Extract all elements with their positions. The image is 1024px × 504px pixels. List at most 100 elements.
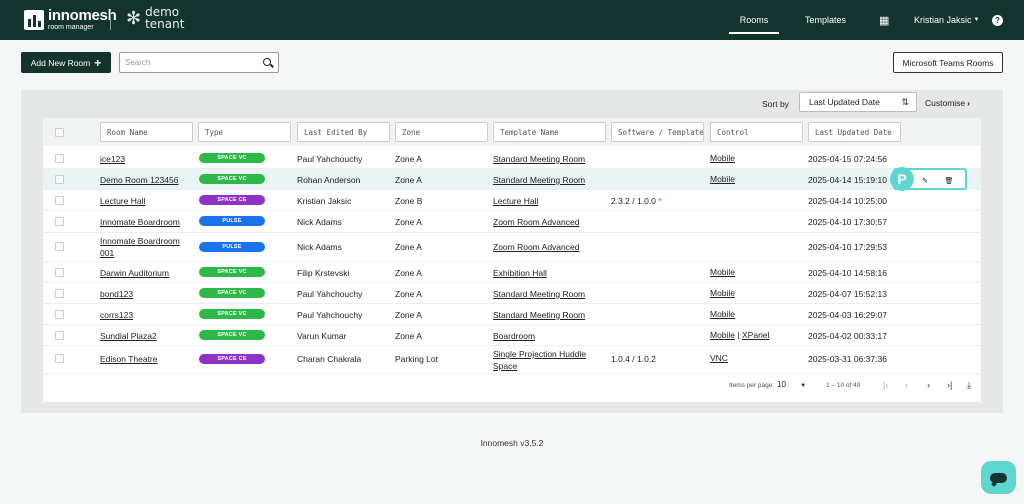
control-link[interactable]: Mobile — [710, 288, 735, 298]
items-per-page-label: Items per page: — [729, 382, 775, 389]
zone: Zone A — [395, 154, 422, 164]
innomesh-logo[interactable]: innomesh room manager — [24, 8, 117, 31]
first-page-icon[interactable]: |‹ — [883, 380, 888, 390]
table-row[interactable]: corrs123 SPACE VC Paul Yahchouchy Zone A… — [43, 304, 981, 325]
template-link[interactable]: Standard Meeting Room — [493, 289, 585, 299]
type-badge: SPACE VC — [199, 174, 265, 184]
filter-row: Room Name Type Last Edited By Zone Templ… — [43, 118, 981, 146]
nav-templates[interactable]: Templates — [805, 0, 846, 40]
last-edited-by: Filip Krstevski — [297, 268, 350, 278]
room-name-link[interactable]: Darwin Auditorium — [100, 268, 169, 278]
table-row[interactable]: Innomate Boardroom 001 PULSE Nick Adams … — [43, 233, 981, 262]
row-checkbox[interactable] — [55, 310, 64, 319]
software-version: 2.3.2 / 1.0.0 * — [611, 196, 662, 206]
page-range: 1 – 10 of 49 — [826, 382, 861, 389]
sort-by-label: Sort by — [762, 99, 789, 109]
table-row[interactable]: Sundial Plaza2 SPACE VC Varun Kumar Zone… — [43, 325, 981, 346]
user-menu[interactable]: Kristian Jaksic ▼ — [914, 0, 979, 40]
microsoft-teams-rooms-button[interactable]: Microsoft Teams Rooms — [893, 52, 1003, 73]
help-button[interactable]: ? — [992, 0, 1003, 40]
room-name-link[interactable]: Innomate Boardroom 001 — [100, 235, 190, 259]
template-link[interactable]: Single Projection Huddle Space — [493, 348, 603, 372]
filter-template-name[interactable]: Template Name — [493, 122, 606, 142]
row-checkbox[interactable] — [55, 331, 64, 340]
template-link[interactable]: Standard Meeting Room — [493, 310, 585, 320]
room-name-link[interactable]: Sundial Plaza2 — [100, 331, 157, 341]
control-link[interactable]: Mobile — [710, 267, 735, 277]
row-checkbox[interactable] — [55, 196, 64, 205]
table-row[interactable]: Lecture Hall SPACE CE Kristian Jaksic Zo… — [43, 190, 981, 211]
table-row[interactable]: Edison Theatre SPACE CE Charan Chakrala … — [43, 346, 981, 374]
tenant-logo: ✻ demo tenant — [126, 6, 184, 30]
filter-room-name[interactable]: Room Name — [100, 122, 193, 142]
last-edited-by: Nick Adams — [297, 242, 342, 252]
room-name-link[interactable]: Innomate Boardroom — [100, 217, 180, 227]
page-size-select[interactable]: 10 ▼ — [777, 380, 806, 389]
template-link[interactable]: Zoom Room Advanced — [493, 242, 579, 252]
chat-button[interactable] — [981, 461, 1016, 494]
download-icon[interactable]: ⤓ — [967, 380, 971, 391]
filter-software-template[interactable]: Software / Template — [611, 122, 704, 142]
template-link[interactable]: Standard Meeting Room — [493, 175, 585, 185]
search-icon[interactable] — [263, 58, 271, 66]
control-link[interactable]: Mobile — [710, 153, 735, 163]
select-all-checkbox[interactable] — [55, 128, 64, 137]
delete-button[interactable]: 🗑 — [939, 175, 959, 187]
nav-rooms[interactable]: Rooms — [730, 0, 778, 40]
filter-control[interactable]: Control — [710, 122, 803, 142]
last-page-icon[interactable]: ›| — [947, 380, 952, 390]
table-row[interactable]: Demo Room 123456 SPACE VC Rohan Anderson… — [43, 169, 981, 190]
type-badge: SPACE CE — [199, 354, 265, 364]
control-link[interactable]: Mobile — [710, 330, 735, 340]
table-row[interactable]: bond123 SPACE VC Paul Yahchouchy Zone A … — [43, 283, 981, 304]
apps-grid-icon[interactable]: ▦ — [879, 0, 889, 40]
sort-select[interactable]: Last Updated Date ⇅ — [799, 92, 917, 112]
row-checkbox[interactable] — [55, 217, 64, 226]
customise-button[interactable]: Customise › — [925, 98, 970, 108]
template-link[interactable]: Zoom Room Advanced — [493, 217, 579, 227]
zone: Zone A — [395, 217, 422, 227]
filter-last-edited-by[interactable]: Last Edited By — [297, 122, 390, 142]
filter-last-updated-date[interactable]: Last Updated Date — [808, 122, 901, 142]
row-checkbox[interactable] — [55, 242, 64, 251]
row-checkbox[interactable] — [55, 175, 64, 184]
template-link[interactable]: Exhibition Hall — [493, 268, 547, 278]
room-name-link[interactable]: ice123 — [100, 154, 125, 164]
template-link[interactable]: Standard Meeting Room — [493, 154, 585, 164]
control-link[interactable]: Mobile — [710, 309, 735, 319]
table-row[interactable]: Innomate Boardroom PULSE Nick Adams Zone… — [43, 211, 981, 233]
room-name-link[interactable]: bond123 — [100, 289, 133, 299]
filter-zone[interactable]: Zone — [395, 122, 488, 142]
room-name-link[interactable]: corrs123 — [100, 310, 133, 320]
row-checkbox[interactable] — [55, 354, 64, 363]
row-checkbox[interactable] — [55, 289, 64, 298]
last-edited-by: Paul Yahchouchy — [297, 154, 363, 164]
last-updated-date: 2025-04-10 14:58:16 — [808, 268, 887, 278]
control-link[interactable]: Mobile — [710, 174, 735, 184]
last-updated-date: 2025-04-15 07:24:56 — [808, 154, 887, 164]
update-available-marker: * — [658, 196, 662, 206]
control-link[interactable]: VNC — [710, 353, 728, 363]
type-badge: SPACE VC — [199, 153, 265, 163]
last-updated-date: 2025-04-07 15:52:13 — [808, 289, 887, 299]
room-name-link[interactable]: Demo Room 123456 — [100, 175, 178, 185]
control-link-xpanel[interactable]: XPanel — [742, 330, 769, 340]
user-name: Kristian Jaksic — [914, 15, 972, 25]
template-link[interactable]: Lecture Hall — [493, 196, 538, 206]
search-input[interactable] — [120, 53, 250, 72]
row-checkbox[interactable] — [55, 268, 64, 277]
presence-avatar: P — [890, 167, 914, 191]
next-page-icon[interactable]: › — [927, 380, 930, 390]
room-name-link[interactable]: Lecture Hall — [100, 196, 145, 206]
last-updated-date: 2025-04-03 16:29:07 — [808, 310, 887, 320]
row-checkbox[interactable] — [55, 154, 64, 163]
room-name-link[interactable]: Edison Theatre — [100, 354, 158, 364]
previous-page-icon[interactable]: ‹ — [905, 380, 908, 390]
sort-direction-icon[interactable]: ⇅ — [901, 97, 909, 108]
filter-type[interactable]: Type — [198, 122, 291, 142]
table-row[interactable]: ice123 SPACE VC Paul Yahchouchy Zone A S… — [43, 148, 981, 169]
table-row[interactable]: Darwin Auditorium SPACE VC Filip Krstevs… — [43, 262, 981, 283]
template-link[interactable]: Boardroom — [493, 331, 535, 341]
add-new-room-button[interactable]: Add New Room + — [21, 52, 111, 73]
edit-button[interactable]: ✎ — [915, 175, 935, 187]
